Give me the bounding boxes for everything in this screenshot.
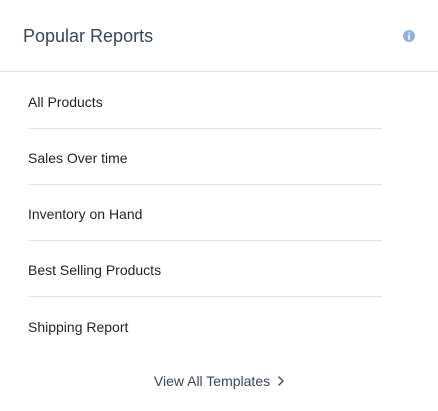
view-all-templates-link[interactable]: View All Templates [0,372,438,390]
report-list: All Products Sales Over time Inventory o… [28,73,382,353]
chevron-right-icon [278,376,284,386]
report-item-best-selling-products[interactable]: Best Selling Products [28,241,382,297]
info-icon[interactable] [403,30,415,42]
report-item-inventory-on-hand[interactable]: Inventory on Hand [28,185,382,241]
report-label: Best Selling Products [28,262,162,278]
card-header: Popular Reports [0,0,438,72]
report-item-all-products[interactable]: All Products [28,73,382,129]
view-all-templates-label: View All Templates [153,373,271,389]
report-label: Inventory on Hand [28,206,143,222]
report-label: All Products [28,94,103,110]
report-item-shipping-report[interactable]: Shipping Report [28,297,382,353]
popular-reports-card: Popular Reports All Products Sales Over … [0,0,438,411]
report-label: Shipping Report [28,318,129,335]
card-title: Popular Reports [23,26,154,46]
report-label: Sales Over time [28,150,128,166]
report-item-sales-over-time[interactable]: Sales Over time [28,129,382,185]
